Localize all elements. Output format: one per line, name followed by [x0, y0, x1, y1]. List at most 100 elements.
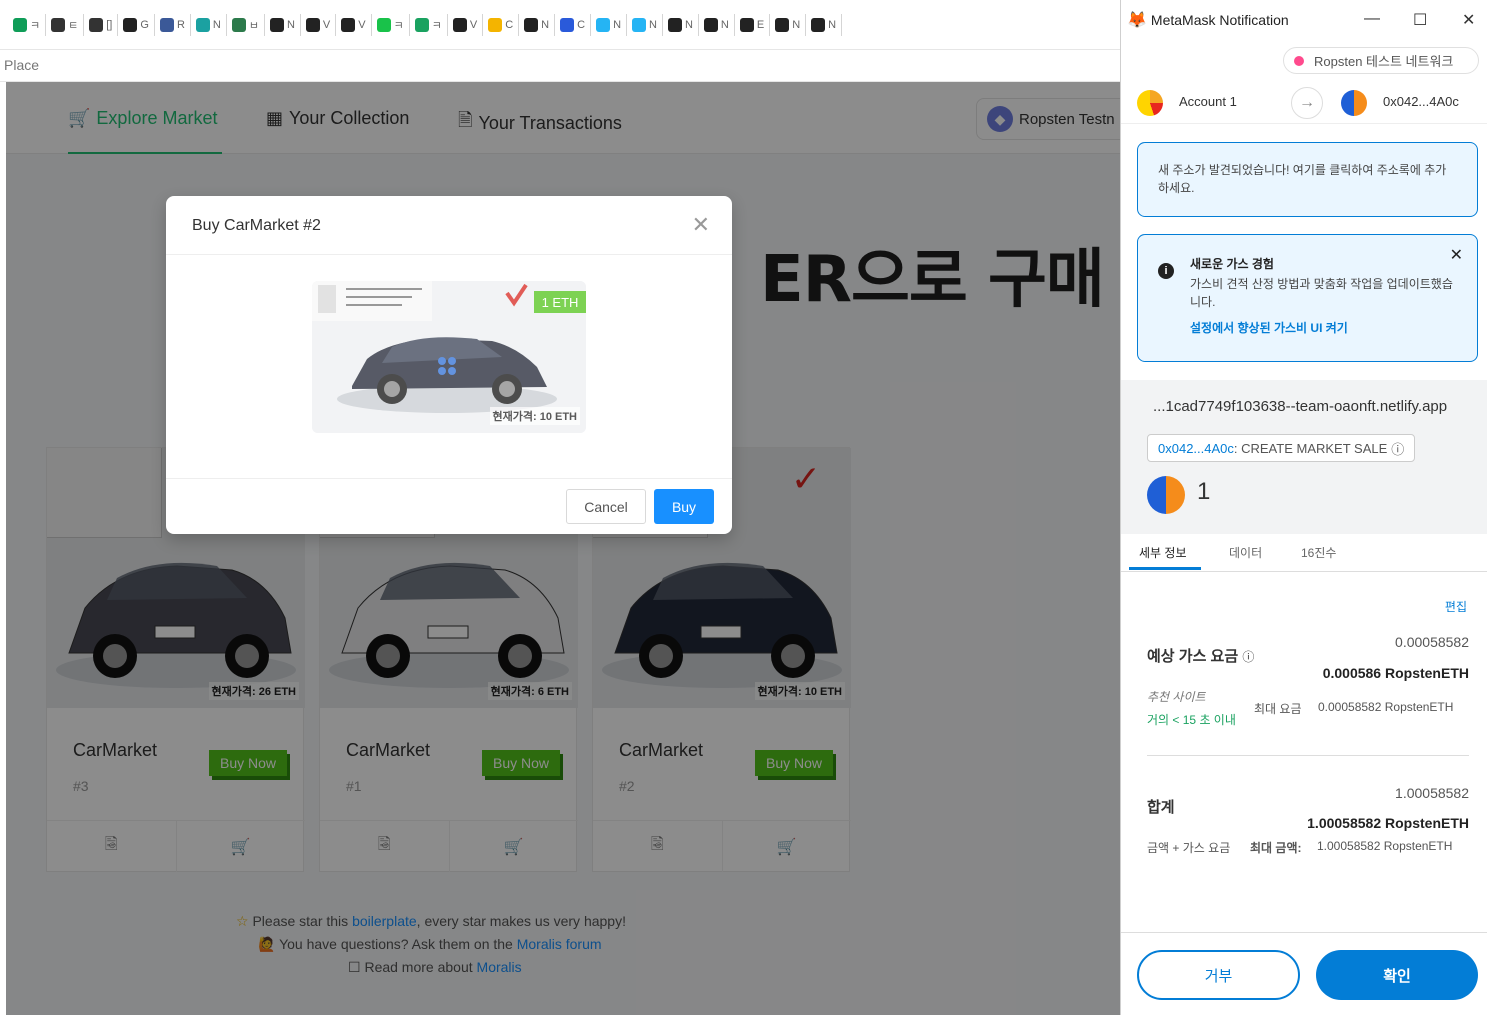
new-address-notice[interactable]: 새 주소가 발견되었습니다! 여기를 클릭하여 주소록에 추가하세요. — [1137, 142, 1478, 217]
tab-details[interactable]: 세부 정보 — [1139, 544, 1187, 561]
flag-icon — [159, 17, 174, 32]
confirm-button[interactable]: 확인 — [1316, 950, 1478, 1000]
transaction-summary: ...1cad7749f103638--team-oaonft.netlify.… — [1121, 380, 1487, 534]
browser-tab[interactable]: N — [806, 13, 843, 36]
browser-tab-label: N — [613, 18, 622, 31]
account-avatar — [1137, 90, 1163, 116]
chat-icon — [414, 17, 429, 32]
m-icon — [811, 17, 826, 32]
network-name: Ropsten 테스트 네트워크 — [1314, 54, 1454, 69]
modal-divider — [166, 254, 732, 255]
browser-tab[interactable]: [] — [84, 13, 119, 36]
browser-tab-label: ㅋ — [30, 19, 41, 32]
dismiss-icon[interactable]: ✕ — [1450, 247, 1463, 265]
gas-fee-small: 0.00058582 — [1395, 634, 1469, 650]
enable-gas-ui-link[interactable]: 설정에서 향상된 가스비 UI 켜기 — [1190, 319, 1457, 337]
metamask-notification-window: 🦊 MetaMask Notification — ☐ ✕ Ropsten 테스… — [1120, 0, 1487, 1015]
m-icon — [667, 17, 682, 32]
active-tab-indicator — [1129, 567, 1201, 570]
tab-data[interactable]: 데이터 — [1229, 544, 1262, 561]
amount-value: 1 — [1197, 478, 1211, 505]
browser-tab[interactable]: G — [118, 13, 155, 36]
buy-modal: Buy CarMarket #2 ✕ 1 ETH 현재가격: 10 ETH Ca… — [166, 196, 732, 534]
m-icon — [739, 17, 754, 32]
browser-tab[interactable]: N — [519, 13, 556, 36]
browser-tab-label: N — [684, 18, 693, 31]
drive-icon — [488, 17, 503, 32]
browser-tab[interactable]: ㅋ — [410, 13, 448, 36]
n-icon — [376, 17, 391, 32]
browser-tab[interactable]: C — [483, 13, 520, 36]
browser-tab[interactable]: N — [627, 13, 663, 36]
moralis-icon — [632, 17, 647, 32]
minimize-icon[interactable]: — — [1364, 10, 1380, 28]
browser-tab-label: C — [577, 18, 586, 31]
address-bar[interactable]: Place — [0, 50, 1120, 82]
github-icon — [341, 17, 356, 32]
browser-tab[interactable]: ㅋ — [372, 13, 410, 36]
browser-tab[interactable]: N — [591, 13, 628, 36]
browser-tab-label: N — [649, 18, 657, 31]
edit-gas-link[interactable]: 편집 — [1445, 598, 1467, 615]
modal-title: Buy CarMarket #2 — [192, 217, 321, 234]
from-account[interactable]: Account 1 — [1179, 94, 1237, 109]
browser-tab-label: R — [176, 18, 185, 31]
browser-tab[interactable]: C — [555, 13, 592, 36]
grid-icon — [231, 17, 246, 32]
browser-tab-label: N — [720, 18, 729, 31]
browser-tab-label: V — [469, 18, 478, 31]
browser-tab-label: ㅌ — [68, 19, 79, 32]
browser-tab[interactable]: V — [301, 13, 337, 36]
browser-tab[interactable]: N — [265, 13, 301, 36]
spreadsheet-icon — [13, 17, 27, 32]
detail-tabs: 세부 정보 데이터 16진수 — [1121, 534, 1487, 572]
max-amount-value: 1.00058582 RopstenETH — [1317, 839, 1453, 853]
browser-tab-label: ㅋ — [393, 19, 404, 32]
gas-fee-bold: 0.000586 RopstenETH — [1322, 665, 1469, 681]
network-indicator: Ropsten 테스트 네트워크 — [1283, 47, 1479, 74]
reject-button[interactable]: 거부 — [1137, 950, 1300, 1000]
browser-tab[interactable]: N — [699, 13, 735, 36]
browser-tab-label: E — [756, 18, 765, 31]
gas-notice-body: 가스비 견적 산정 방법과 맞춤화 작업을 업데이트했습니다. — [1190, 277, 1453, 309]
browser-tab[interactable]: ㅌ — [46, 13, 85, 36]
contract-address[interactable]: 0x042...4A0c — [1158, 441, 1234, 456]
maximize-icon[interactable]: ☐ — [1413, 10, 1427, 30]
browser-tab[interactable]: E — [735, 13, 771, 36]
browser-tab[interactable]: N — [770, 13, 807, 36]
browser-tab-label: ㅂ — [248, 19, 259, 32]
moralis-icon — [560, 17, 575, 32]
gas-fee-label-text: 예상 가스 요금 — [1147, 648, 1239, 665]
method-badge: 0x042...4A0c : CREATE MARKET SALE ⓘ — [1147, 434, 1416, 462]
window-title: MetaMask Notification — [1150, 12, 1289, 28]
buy-button[interactable]: Buy — [654, 489, 714, 524]
close-icon[interactable]: ✕ — [692, 212, 710, 238]
browser-tab[interactable]: N — [663, 13, 699, 36]
site-suggested-label: 추천 사이트 — [1147, 690, 1206, 704]
browser-tab[interactable]: V — [336, 13, 372, 36]
github-icon — [269, 17, 284, 32]
tab-hex[interactable]: 16진수 — [1301, 544, 1336, 561]
gas-notice-title: 새로운 가스 경험 — [1190, 257, 1274, 271]
diamond-icon — [195, 17, 210, 32]
cancel-button[interactable]: Cancel — [566, 489, 646, 524]
total-bold: 1.00058582 RopstenETH — [1307, 815, 1469, 831]
browser-tab-label: N — [792, 18, 801, 31]
browser-tab-label: G — [140, 18, 149, 31]
window-titlebar: 🦊 MetaMask Notification — [1121, 0, 1487, 40]
gas-experience-notice: i ✕ 새로운 가스 경험 가스비 견적 산정 방법과 맞춤화 작업을 업데이트… — [1137, 234, 1478, 362]
browser-tab[interactable]: N — [191, 13, 227, 36]
browser-tab[interactable]: V — [448, 13, 484, 36]
browser-tab-label: V — [358, 18, 366, 31]
browser-tab[interactable]: ㅋ — [8, 13, 47, 36]
browser-tab-label: [] — [106, 18, 113, 31]
m-icon — [703, 17, 718, 32]
notion-icon — [89, 17, 104, 32]
browser-tab[interactable]: ㅂ — [227, 13, 265, 36]
modal-divider — [166, 478, 732, 479]
browser-tab[interactable]: R — [155, 13, 191, 36]
to-address[interactable]: 0x042...4A0c — [1383, 94, 1459, 109]
m-icon — [775, 17, 790, 32]
close-window-icon[interactable]: ✕ — [1462, 10, 1475, 30]
github-icon — [305, 17, 320, 32]
